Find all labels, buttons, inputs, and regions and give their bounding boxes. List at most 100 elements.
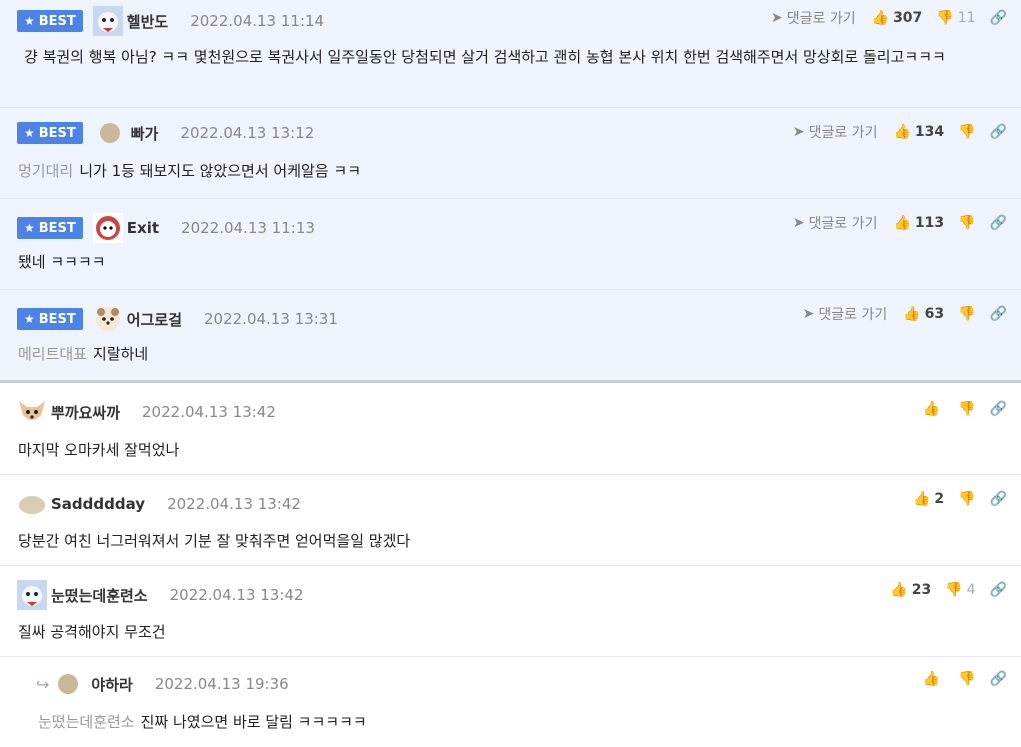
thumbs-up-icon: 👍 (893, 215, 911, 231)
avatar[interactable] (92, 6, 123, 36)
avatar[interactable] (99, 122, 121, 144)
link-icon[interactable]: 🔗 (990, 215, 1007, 231)
comment-text: 눈떴는데훈련소 진짜 나였으면 바로 달림 ㅋㅋㅋㅋㅋ (38, 709, 367, 735)
user-nickname[interactable]: 뿌까요싸까 (51, 402, 120, 423)
user-nickname[interactable]: 헬반도 (127, 11, 168, 32)
best-badge-label: BEST (38, 220, 76, 236)
comment-text: 당분간 여친 너그러워져서 기분 잘 맞춰주면 얻어먹을일 많겠다 (18, 528, 410, 554)
dislike-button[interactable]: 👎 (958, 671, 975, 687)
like-count: 23 (911, 582, 932, 598)
go-to-reply-link[interactable]: ➤ 댓글로 가기 (793, 213, 878, 233)
like-button[interactable]: 👍 134 (893, 124, 944, 140)
like-count: 134 (914, 124, 945, 140)
comment-body: 됐네 ㅋㅋㅋㅋ (18, 253, 106, 271)
dislike-button[interactable]: 👎 (958, 491, 975, 507)
best-badge: ★ BEST (17, 10, 83, 32)
link-icon[interactable]: 🔗 (990, 582, 1007, 598)
comment-body: 질싸 공격해야지 무조건 (18, 623, 166, 641)
comment-text: 됐네 ㅋㅋㅋㅋ (18, 249, 106, 275)
link-icon[interactable]: 🔗 (990, 124, 1007, 140)
thumbs-down-icon: 👎 (958, 491, 976, 507)
star-icon: ★ (24, 14, 35, 28)
like-count: 307 (893, 10, 923, 26)
comment-text: 질싸 공격해야지 무조건 (18, 619, 166, 645)
avatar[interactable] (57, 673, 79, 695)
thumbs-down-icon: 👎 (945, 582, 963, 598)
star-icon: ★ (24, 126, 35, 140)
comment-date: 2022.04.13 13:31 (204, 310, 338, 328)
comment-body: 당분간 여친 너그러워져서 기분 잘 맞춰주면 얻어먹을일 많겠다 (18, 532, 411, 550)
reply-link-label: 댓글로 가기 (786, 11, 856, 27)
like-button[interactable]: 👍 2 (913, 491, 944, 507)
star-icon: ★ (24, 221, 35, 235)
comment-date: 2022.04.13 19:36 (154, 675, 289, 693)
user-nickname[interactable]: 어그로걸 (127, 309, 182, 330)
dislike-button[interactable]: 👎 (958, 124, 975, 140)
mention[interactable]: 눈떴는데훈련소 (38, 713, 135, 731)
link-icon[interactable]: 🔗 (990, 401, 1007, 417)
reply-comment: ↪ 야하라 2022.04.13 19:36 👍 👎 🔗 눈떴는데훈련소 진짜 나… (0, 657, 1021, 747)
comment-text: 걍 복권의 행복 아님? ㅋㅋ 몇천원으로 복권사서 일주일동안 당첨되면 살거… (18, 44, 1008, 70)
comment-body: 진짜 나였으면 바로 달림 ㅋㅋㅋㅋㅋ (140, 713, 367, 731)
dislike-count: 11 (957, 10, 976, 26)
user-nickname[interactable]: 눈떴는데훈련소 (51, 585, 148, 606)
like-button[interactable]: 👍 307 (872, 10, 923, 26)
link-icon[interactable]: 🔗 (990, 10, 1007, 26)
best-badge: ★ BEST (17, 308, 83, 330)
dislike-button[interactable]: 👎 (958, 306, 975, 322)
send-arrow-icon: ➤ (771, 10, 783, 26)
like-button[interactable]: 👍 113 (893, 215, 944, 231)
user-nickname[interactable]: 야하라 (91, 674, 132, 695)
dislike-button[interactable]: 👎 (958, 401, 975, 417)
comment-body: 마지막 오마카세 잘먹었나 (18, 441, 180, 459)
link-icon[interactable]: 🔗 (990, 491, 1007, 507)
comment-text: 메리트대표 지랄하네 (18, 341, 148, 367)
avatar[interactable] (92, 213, 123, 243)
comment-text: 멍기대리 니가 1등 돼보지도 않았으면서 어케알음 ㅋㅋ (18, 158, 361, 184)
comment-date: 2022.04.13 13:42 (167, 495, 301, 513)
comment: 뿌까요싸까 2022.04.13 13:42 👍 👎 🔗 마지막 오마카세 잘먹… (0, 383, 1021, 475)
thumbs-up-icon: 👍 (890, 582, 908, 598)
reply-arrow-icon: ↪ (36, 674, 50, 694)
best-comment: ★ BEST 빠가 2022.04.13 13:12 ➤ 댓글로 가기 👍 134 👎… (0, 108, 1021, 199)
comment-text: 마지막 오마카세 잘먹었나 (18, 437, 179, 463)
like-button[interactable]: 👍 (923, 401, 944, 417)
like-count: 63 (924, 306, 945, 322)
best-comment: ★ BEST Exit 2022.04.13 11:13 ➤ 댓글로 가기 👍 113… (0, 199, 1021, 290)
dislike-count: 4 (966, 582, 976, 598)
user-nickname[interactable]: Exit (127, 219, 159, 237)
mention[interactable]: 멍기대리 (18, 162, 73, 180)
send-arrow-icon: ➤ (792, 124, 805, 140)
comment-date: 2022.04.13 11:14 (190, 12, 325, 30)
like-button[interactable]: 👍 23 (890, 582, 931, 598)
comment: Saddddday 2022.04.13 13:42 👍 2 👎 🔗 당분간 여친… (0, 475, 1021, 566)
dislike-button[interactable]: 👎 (958, 215, 975, 231)
go-to-reply-link[interactable]: ➤ 댓글로 가기 (803, 304, 888, 324)
go-to-reply-link[interactable]: ➤ 댓글로 가기 (793, 122, 878, 142)
comment: 눈떴는데훈련소 2022.04.13 13:42 👍 23 👎 4 🔗 질싸 공격해… (0, 566, 1021, 657)
star-icon: ★ (24, 312, 35, 326)
avatar[interactable] (93, 304, 123, 334)
thumbs-down-icon: 👎 (958, 124, 976, 140)
go-to-reply-link[interactable]: ➤ 댓글로 가기 (771, 8, 856, 28)
best-badge: ★ BEST (17, 217, 83, 239)
link-icon[interactable]: 🔗 (990, 306, 1007, 322)
avatar[interactable] (17, 580, 47, 610)
comment-body: 걍 복권의 행복 아님? ㅋㅋ 몇천원으로 복권사서 일주일동안 당첨되면 살거… (24, 48, 946, 66)
avatar[interactable] (17, 397, 47, 427)
link-icon[interactable]: 🔗 (990, 671, 1007, 687)
mention[interactable]: 메리트대표 (18, 345, 87, 363)
like-count: 113 (914, 215, 945, 231)
dislike-button[interactable]: 👎 4 (945, 582, 975, 598)
like-button[interactable]: 👍 63 (903, 306, 944, 322)
like-button[interactable]: 👍 (923, 671, 944, 687)
user-nickname[interactable]: 빠가 (131, 123, 159, 144)
user-nickname[interactable]: Saddddday (51, 495, 145, 513)
dislike-button[interactable]: 👎 11 (936, 10, 975, 26)
comment-body: 지랄하네 (93, 345, 149, 363)
reply-link-label: 댓글로 가기 (818, 307, 888, 323)
thumbs-up-icon: 👍 (903, 306, 921, 322)
avatar[interactable] (17, 489, 47, 519)
thumbs-up-icon: 👍 (871, 10, 890, 26)
thumbs-up-icon: 👍 (893, 124, 911, 140)
